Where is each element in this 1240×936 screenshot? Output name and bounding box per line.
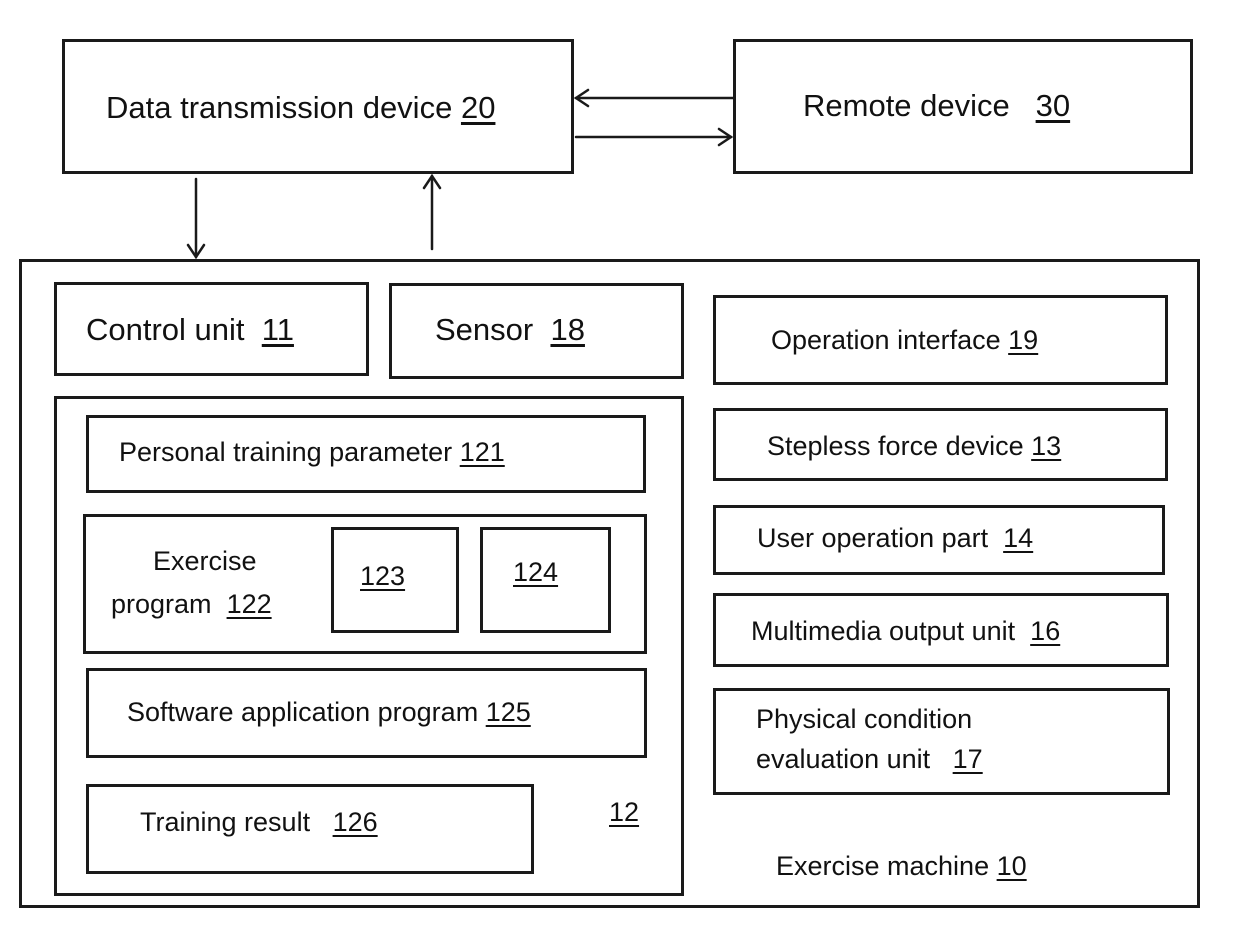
ref-13: 13	[1031, 431, 1062, 461]
ref-18: 18	[550, 312, 585, 347]
ref-30: 30	[1035, 88, 1071, 123]
user-operation-part-label: User operation part 14	[757, 523, 1034, 553]
ref-20: 20	[460, 90, 496, 125]
ref-122: 122	[226, 589, 272, 619]
ref-11: 11	[261, 312, 294, 347]
physical-condition-evaluation-unit-label-line1: Physical condition	[756, 704, 973, 734]
ref-12: 12	[609, 797, 640, 827]
control-unit-label: Control unit 11	[86, 312, 294, 347]
ref-14: 14	[1003, 523, 1034, 553]
exercise-machine-label: Exercise machine 10	[776, 851, 1027, 881]
ref-126: 126	[332, 807, 378, 837]
software-application-program-label: Software application program 125	[127, 697, 531, 727]
arrow-data-transmission-to-remote	[574, 127, 734, 147]
ref-125: 125	[485, 697, 531, 727]
ref-19: 19	[1008, 325, 1039, 355]
ref-17: 17	[952, 744, 983, 774]
data-transmission-device-label: Data transmission device 20	[106, 90, 496, 125]
stepless-force-device-label: Stepless force device 13	[767, 431, 1062, 461]
ref-121: 121	[459, 437, 505, 467]
personal-training-parameter-label: Personal training parameter 121	[119, 437, 505, 467]
ref-123: 123	[360, 561, 406, 591]
arrow-remote-to-data-transmission	[573, 88, 735, 108]
arrow-exercise-machine-to-data-transmission	[422, 173, 442, 251]
training-result-label: Training result 126	[140, 807, 378, 837]
exercise-program-label-line1: Exercise	[153, 546, 257, 576]
sub-program-124-label: 124	[513, 556, 558, 588]
sensor-label: Sensor 18	[435, 312, 585, 347]
ref-10: 10	[996, 851, 1027, 881]
arrow-data-transmission-to-exercise-machine	[186, 177, 206, 260]
physical-condition-evaluation-unit-label-line2: evaluation unit 17	[756, 744, 983, 774]
operation-interface-label: Operation interface 19	[771, 325, 1039, 355]
storage-unit-label: 12	[609, 796, 639, 828]
multimedia-output-unit-label: Multimedia output unit 16	[751, 616, 1061, 646]
exercise-program-label-line2: program 122	[111, 589, 272, 619]
ref-16: 16	[1030, 616, 1061, 646]
ref-124: 124	[513, 557, 559, 587]
sub-program-123-label: 123	[360, 560, 405, 592]
remote-device-label: Remote device 30	[803, 88, 1071, 123]
